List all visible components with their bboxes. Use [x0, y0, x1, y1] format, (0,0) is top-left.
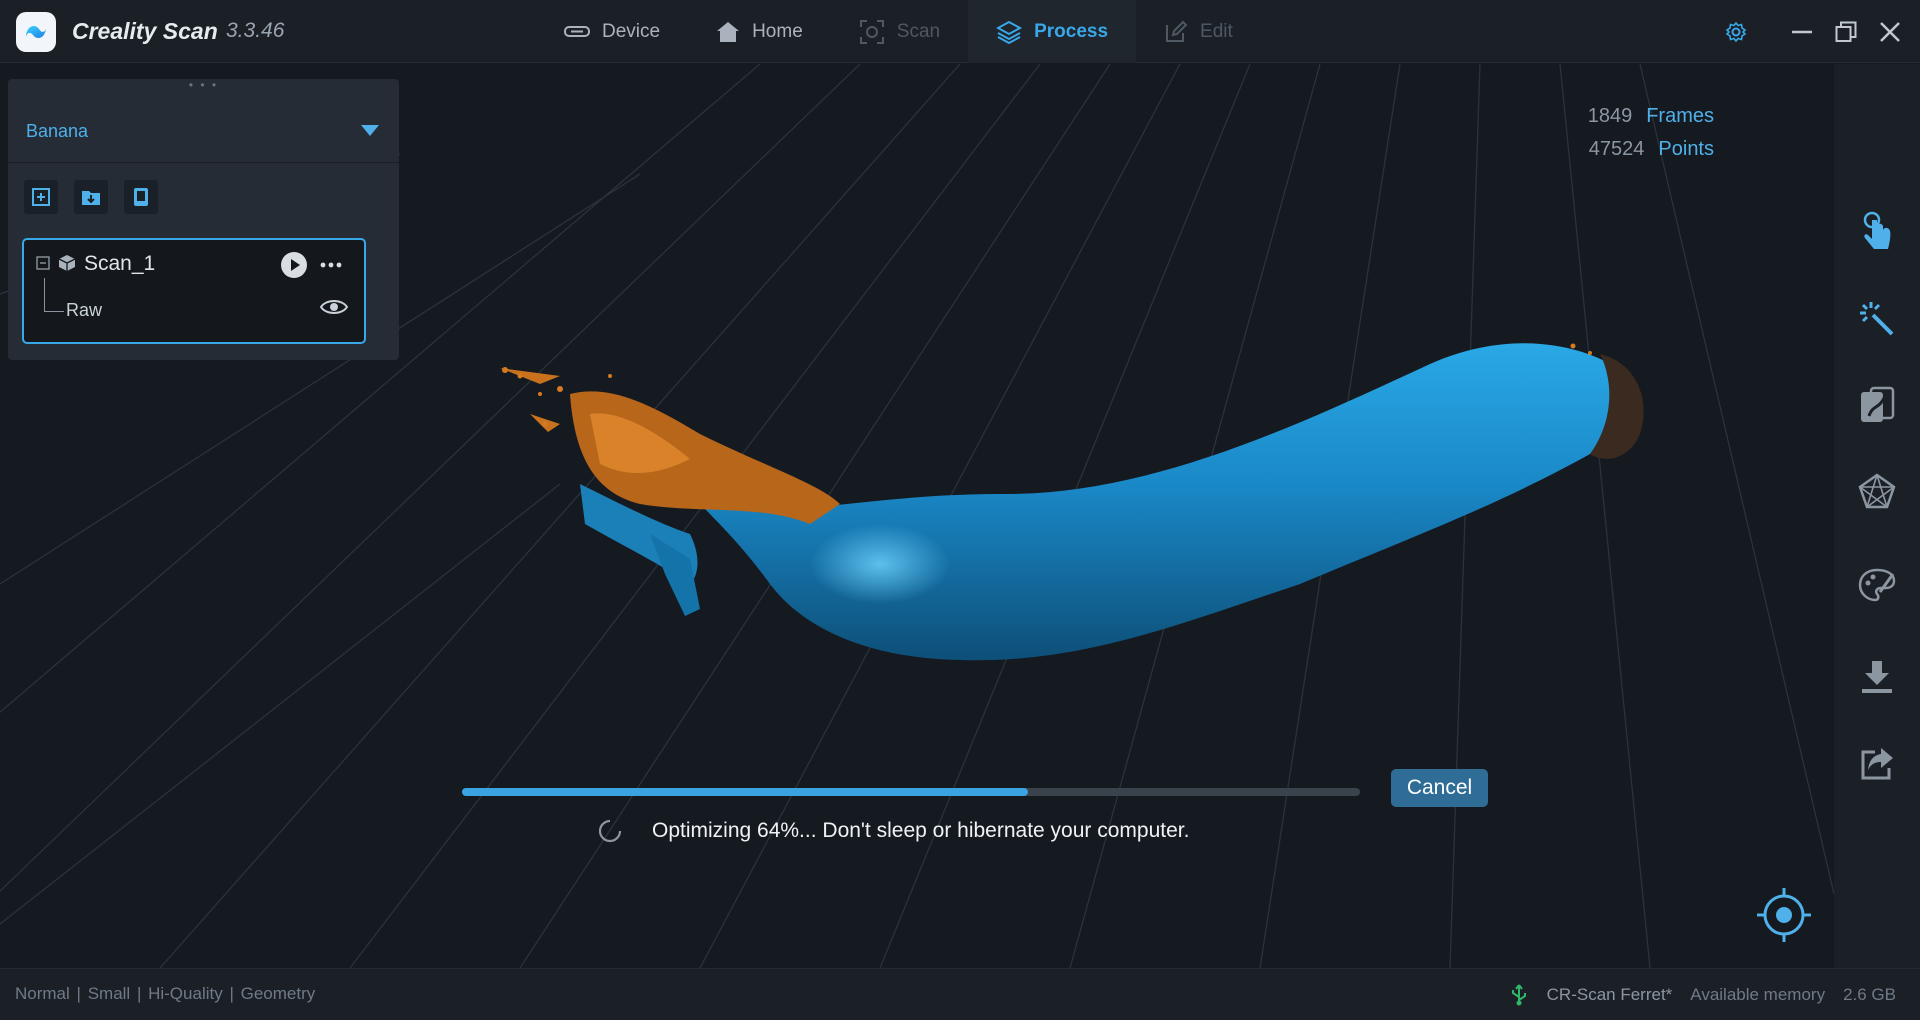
magic-select-icon [1860, 302, 1894, 336]
app-logo-icon [16, 12, 56, 52]
minimize-button[interactable] [1780, 10, 1824, 54]
settings-button[interactable] [1714, 10, 1758, 54]
progress-fill [462, 788, 1028, 796]
scan-mode-info: Normal | Small | Hi-Quality | Geometry [15, 984, 317, 1004]
main-nav: Device Home Scan Process Edit [536, 0, 1261, 63]
mesh-icon [1858, 473, 1896, 509]
tab-process-label: Process [1034, 20, 1109, 42]
app-title: Creality Scan [72, 18, 218, 44]
scan-stats: 1849 Frames 47524 Points [1588, 100, 1714, 166]
right-toolbar [1834, 64, 1920, 968]
app-version: 3.3.46 [226, 19, 285, 42]
panel-toolbar [24, 180, 158, 214]
download-icon [1862, 661, 1892, 693]
overlay-icon [1861, 386, 1895, 422]
project-panel: • • • Banana Scan_1 Raw [8, 78, 399, 360]
edit-icon [1166, 20, 1188, 42]
locate-button[interactable] [1757, 888, 1811, 942]
scan-icon [859, 19, 884, 44]
tree-connector [44, 278, 64, 312]
mode-texture: Geometry [240, 984, 316, 1003]
add-project-button[interactable] [24, 180, 58, 214]
loading-spinner-icon [598, 819, 622, 843]
tab-edit[interactable]: Edit [1136, 0, 1261, 63]
mesh-button[interactable] [1854, 468, 1900, 514]
add-project-icon [32, 188, 50, 206]
project-name: Banana [26, 121, 89, 141]
title-bar: Creality Scan 3.3.46 Device Home Scan Pr… [0, 0, 1920, 63]
collapse-icon[interactable] [36, 256, 50, 270]
mode-precision: Normal [15, 984, 70, 1003]
mode-size: Small [87, 984, 131, 1003]
crosshair-icon [1757, 888, 1811, 942]
export-icon [134, 188, 148, 206]
device-info: CR-Scan Ferret* Available memory 2.6 GB [1509, 984, 1896, 1006]
close-button[interactable] [1868, 10, 1912, 54]
mode-separator: | [76, 984, 81, 1003]
settings-icon [1725, 21, 1747, 42]
restore-icon [1835, 21, 1857, 42]
mode-quality: Hi-Quality [148, 984, 223, 1003]
export-button[interactable] [124, 180, 158, 214]
points-label: Points [1658, 138, 1714, 160]
minimize-icon [1792, 30, 1812, 33]
mode-separator: | [229, 984, 234, 1003]
window-controls [1714, 0, 1920, 63]
touch-select-button[interactable] [1854, 208, 1900, 254]
share-icon [1861, 748, 1893, 780]
tab-home[interactable]: Home [688, 0, 831, 63]
play-icon[interactable] [280, 251, 308, 279]
close-icon [1880, 21, 1900, 42]
frames-label: Frames [1646, 105, 1714, 127]
tab-edit-label: Edit [1200, 20, 1233, 42]
device-icon [564, 25, 590, 37]
project-dropdown[interactable]: Banana [8, 101, 399, 163]
tab-scan[interactable]: Scan [831, 0, 968, 63]
scan-item[interactable]: Scan_1 Raw [22, 238, 366, 344]
tab-device-label: Device [602, 20, 661, 42]
magic-select-button[interactable] [1854, 296, 1900, 342]
scan-name: Scan_1 [84, 252, 156, 275]
restore-button[interactable] [1824, 10, 1868, 54]
touch-select-icon [1863, 211, 1891, 249]
device-name: CR-Scan Ferret* [1546, 985, 1673, 1004]
memory-label: Available memory [1690, 985, 1826, 1004]
eye-icon[interactable] [320, 298, 348, 316]
panel-drag-handle[interactable]: • • • [8, 78, 399, 92]
progress-bar [462, 788, 1360, 796]
tab-device[interactable]: Device [536, 0, 688, 63]
status-text: Optimizing 64%... Don't sleep or hiberna… [652, 819, 1190, 842]
points-count: 47524 [1588, 138, 1645, 160]
memory-value: 2.6 GB [1843, 985, 1896, 1004]
status-message: Optimizing 64%... Don't sleep or hiberna… [598, 816, 1189, 846]
cancel-button[interactable]: Cancel [1391, 769, 1488, 807]
layers-icon [996, 20, 1023, 44]
tab-home-label: Home [752, 20, 803, 42]
import-folder-button[interactable] [74, 180, 108, 214]
home-icon [717, 21, 740, 42]
tab-process[interactable]: Process [968, 0, 1137, 63]
chevron-down-icon [361, 125, 379, 136]
texture-button[interactable] [1854, 562, 1900, 608]
download-button[interactable] [1854, 654, 1900, 700]
cube-icon [58, 255, 76, 271]
texture-icon [1858, 568, 1896, 602]
frames-count: 1849 [1587, 105, 1633, 127]
tab-scan-label: Scan [896, 20, 941, 42]
mode-separator: | [136, 984, 142, 1003]
scan-child-raw: Raw [66, 300, 103, 320]
more-options-icon[interactable] [320, 262, 342, 268]
usb-icon [1511, 984, 1526, 1006]
overlay-button[interactable] [1854, 382, 1900, 428]
status-bar: Normal | Small | Hi-Quality | Geometry C… [0, 968, 1920, 1020]
share-button[interactable] [1854, 741, 1900, 787]
app-window: Creality Scan 3.3.46 Device Home Scan Pr… [0, 0, 1920, 1020]
import-folder-icon [82, 191, 100, 205]
